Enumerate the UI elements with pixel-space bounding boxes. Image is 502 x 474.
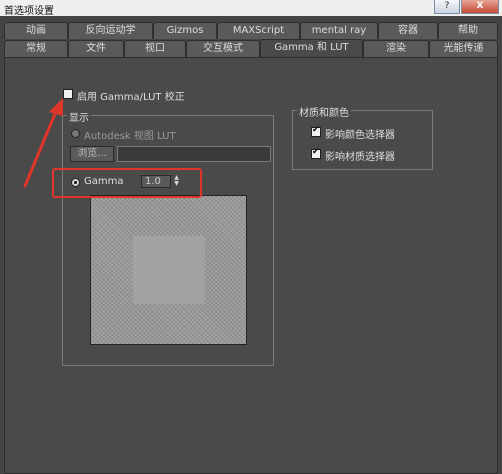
tab-viewports[interactable]: 视口 (124, 40, 186, 57)
gamma-preview-center (133, 236, 205, 304)
enable-gamma-label: 启用 Gamma/LUT 校正 (77, 92, 185, 103)
gamma-highlight-box (52, 168, 202, 198)
title-bar: 首选项设置 ? X (0, 0, 502, 17)
display-group: 显示 Autodesk 视图 LUT 浏览... Gamma 1.0 ▲ ▼ (62, 109, 274, 366)
preferences-dialog: 动画 反向运动学 Gizmos MAXScript mental ray 容器 … (0, 16, 502, 474)
tab-rendering[interactable]: 渲染 (363, 40, 429, 57)
tab-gamma-lut[interactable]: Gamma 和 LUT (260, 39, 363, 58)
window-title: 首选项设置 (4, 6, 54, 17)
tab-maxscript[interactable]: MAXScript (217, 22, 300, 39)
affect-color-selector-label: 影响颜色选择器 (325, 130, 395, 141)
tab-inverse-kinematics[interactable]: 反向运动学 (68, 22, 153, 39)
material-color-group-title: 材质和颜色 (297, 104, 351, 119)
browse-button[interactable]: 浏览... (70, 146, 114, 162)
gamma-preview (90, 195, 247, 345)
lut-path-field[interactable] (117, 146, 271, 162)
tab-containers[interactable]: 容器 (378, 22, 438, 39)
close-button[interactable]: X (461, 0, 499, 14)
tab-general[interactable]: 常规 (4, 40, 68, 57)
lut-radio[interactable] (71, 129, 80, 138)
tab-panel-gamma-lut: 启用 Gamma/LUT 校正 显示 Autodesk 视图 LUT 浏览...… (4, 57, 498, 474)
lut-radio-label: Autodesk 视图 LUT (84, 131, 176, 142)
tab-gizmos[interactable]: Gizmos (153, 22, 217, 39)
material-color-group: 材质和颜色 影响颜色选择器 影响材质选择器 (292, 104, 433, 170)
affect-material-selector-checkbox[interactable] (311, 147, 321, 159)
tab-help[interactable]: 帮助 (438, 22, 498, 39)
affect-color-selector-checkbox[interactable] (311, 125, 321, 137)
tab-mental-ray[interactable]: mental ray (300, 22, 378, 39)
tab-radiosity[interactable]: 光能传递 (429, 40, 498, 57)
tab-files[interactable]: 文件 (68, 40, 124, 57)
tab-animation[interactable]: 动画 (4, 22, 68, 39)
affect-material-selector-label: 影响材质选择器 (325, 152, 395, 163)
tab-interaction-mode[interactable]: 交互模式 (186, 40, 260, 57)
help-button[interactable]: ? (434, 0, 460, 14)
annotation-arrow-icon (23, 98, 63, 188)
